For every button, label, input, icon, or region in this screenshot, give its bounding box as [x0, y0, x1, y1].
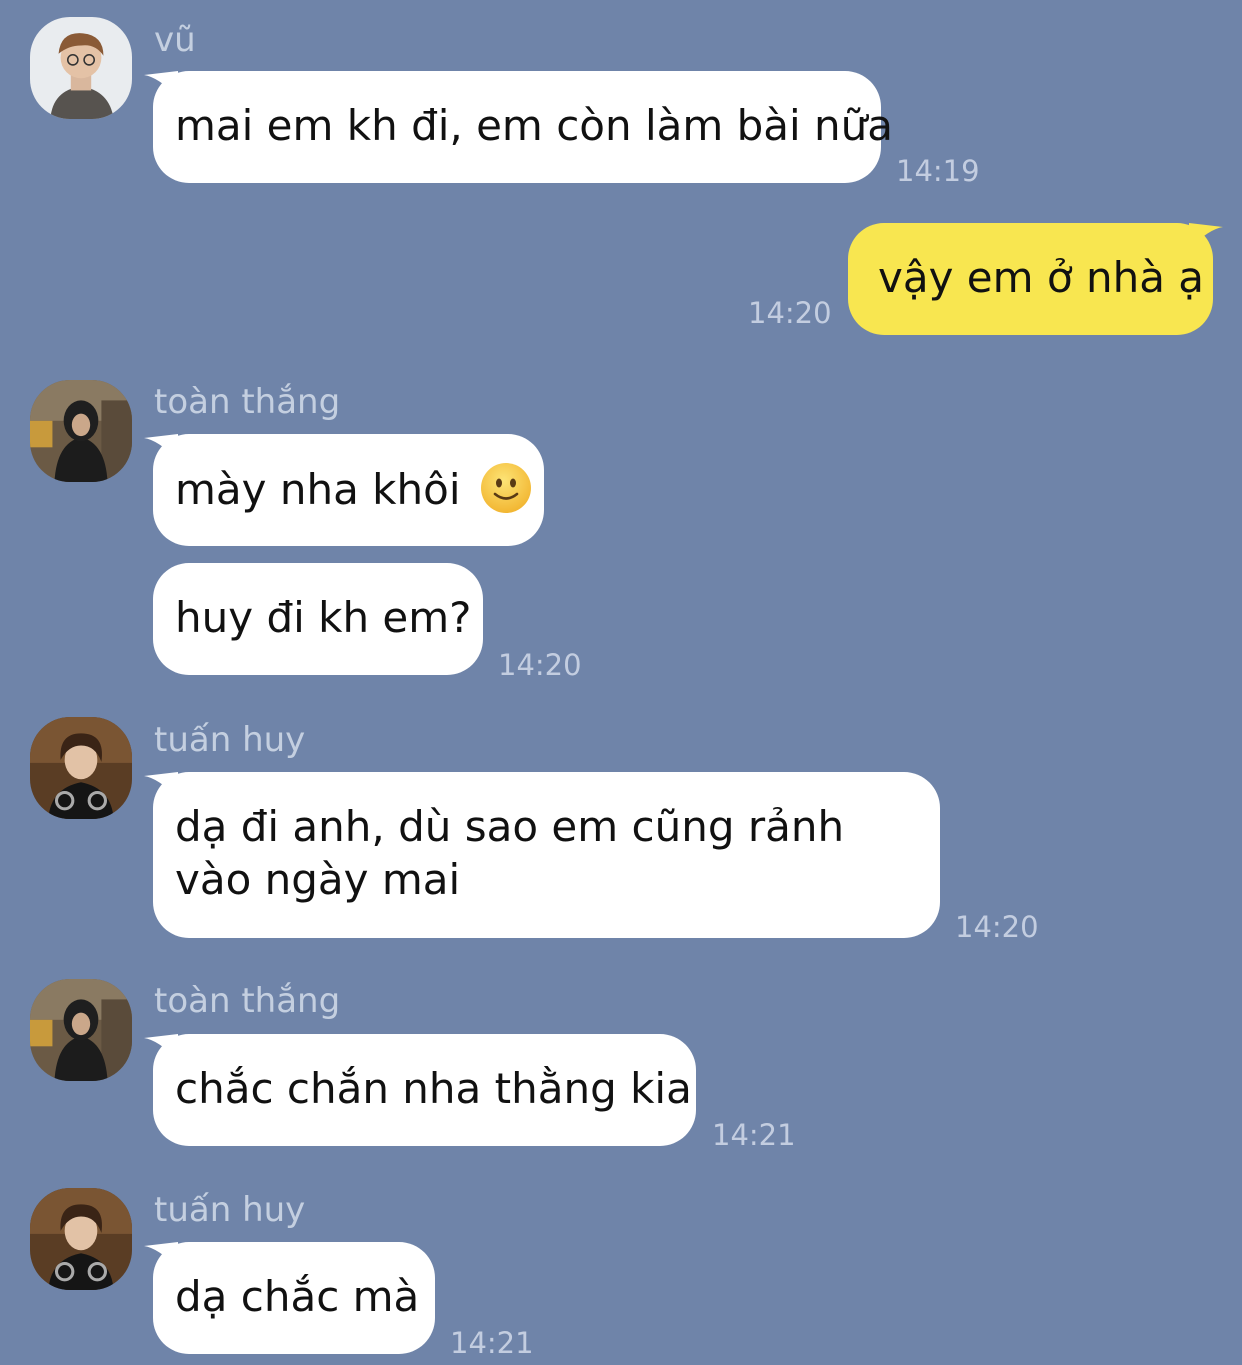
- message-bubble[interactable]: chắc chắn nha thằng kia: [144, 1034, 696, 1146]
- bubble-tail-icon: [144, 772, 178, 798]
- message-text: dạ chắc mà: [175, 1272, 420, 1321]
- avatar-vu-image: [30, 17, 132, 119]
- message-text: mày nha khôi: [175, 465, 461, 514]
- message-time: 14:21: [712, 1118, 796, 1152]
- message-text: mai em kh đi, em còn làm bài nữa: [175, 101, 894, 150]
- bubble-tail-icon: [1189, 223, 1223, 249]
- sender-name: toàn thắng: [154, 382, 341, 422]
- avatar-tuan-huy-image: [30, 717, 132, 819]
- message-time: 14:20: [748, 296, 832, 330]
- message-time: 14:20: [498, 648, 582, 682]
- bubble-tail-icon: [144, 71, 178, 97]
- avatar-toan-thang[interactable]: [30, 979, 132, 1081]
- avatar-tuan-huy[interactable]: [30, 717, 132, 819]
- sender-name: tuấn huy: [154, 1190, 306, 1230]
- message-bubble[interactable]: dạ chắc mà: [144, 1242, 435, 1354]
- sender-name: toàn thắng: [154, 981, 341, 1021]
- sender-name: tuấn huy: [154, 720, 306, 760]
- message-time: 14:19: [896, 154, 980, 188]
- message-bubble[interactable]: mày nha khôi: [144, 434, 544, 546]
- message-bubble[interactable]: dạ đi anh, dù sao em cũng rảnh vào ngày …: [144, 772, 940, 938]
- bubble-tail-icon: [144, 1034, 178, 1060]
- slightly-smiling-face-icon: [480, 463, 531, 513]
- message-text: dạ đi anh, dù sao em cũng rảnh vào ngày …: [175, 802, 845, 904]
- message-text: huy đi kh em?: [175, 593, 472, 642]
- avatar-tuan-huy-image: [30, 1188, 132, 1290]
- bubble-tail-icon: [144, 434, 178, 460]
- message-bubble[interactable]: huy đi kh em?: [153, 563, 483, 675]
- message-time: 14:20: [955, 910, 1039, 944]
- message-text: chắc chắn nha thằng kia: [175, 1064, 692, 1113]
- sender-name: vũ: [154, 20, 196, 60]
- chat-thread: vũ mai em kh đi, em còn làm bài nữa 14:1…: [0, 0, 1242, 1365]
- avatar-toan-thang[interactable]: [30, 380, 132, 482]
- message-time: 14:21: [450, 1326, 534, 1360]
- message-bubble[interactable]: mai em kh đi, em còn làm bài nữa: [144, 71, 893, 183]
- outgoing-message-bubble[interactable]: vậy em ở nhà ạ: [848, 223, 1223, 335]
- message-text: vậy em ở nhà ạ: [878, 253, 1205, 302]
- avatar-vu[interactable]: [30, 17, 132, 119]
- bubble-tail-icon: [144, 1242, 178, 1268]
- avatar-tuan-huy[interactable]: [30, 1188, 132, 1290]
- avatar-toan-thang-image: [30, 380, 132, 482]
- avatar-toan-thang-image: [30, 979, 132, 1081]
